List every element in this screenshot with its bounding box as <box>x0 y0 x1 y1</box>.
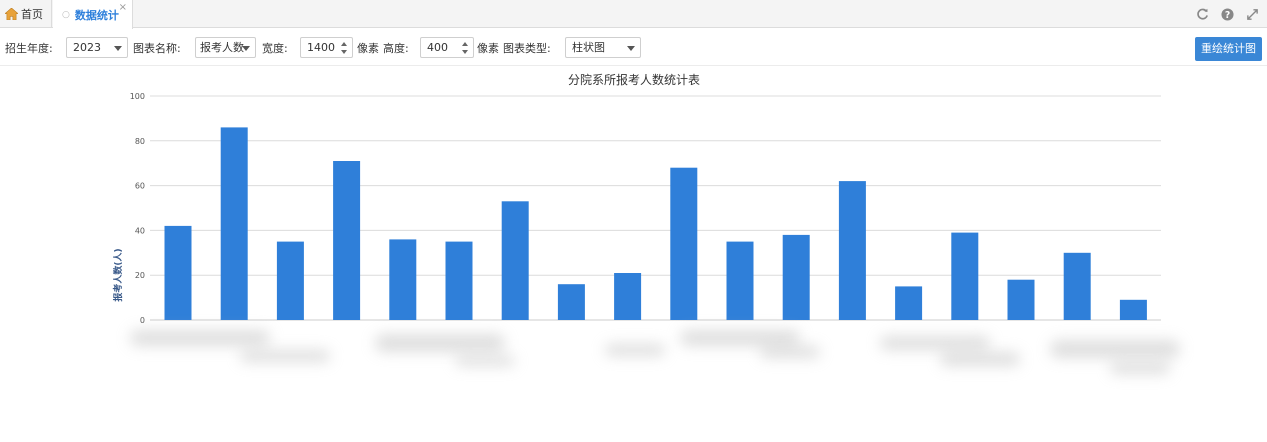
bar[interactable] <box>670 167 698 320</box>
height-value: 400 <box>427 41 448 54</box>
bar[interactable] <box>614 273 642 320</box>
tab-home[interactable]: 首页 <box>0 0 52 28</box>
help-icon[interactable]: ? <box>1221 8 1234 21</box>
spin-down-icon[interactable] <box>341 50 347 54</box>
spin-up-icon[interactable] <box>341 42 347 46</box>
y-axis-label: 报考人数(人) <box>112 248 124 301</box>
y-tick-label: 80 <box>135 137 145 146</box>
bar[interactable] <box>1007 279 1035 320</box>
fullscreen-icon[interactable] <box>1246 8 1259 21</box>
bar[interactable] <box>164 225 192 320</box>
chevron-down-icon <box>242 46 250 51</box>
height-label: 高度: <box>383 42 409 55</box>
width-value: 1400 <box>307 41 335 54</box>
tab-close-icon[interactable]: × <box>119 2 127 13</box>
y-tick-label: 40 <box>135 226 145 235</box>
height-stepper[interactable]: 400 <box>420 37 474 58</box>
chart-name-label: 图表名称: <box>133 42 181 55</box>
bar[interactable] <box>389 239 417 320</box>
y-tick-label: 100 <box>130 92 145 101</box>
y-tick-label: 20 <box>135 271 145 280</box>
tab-dot-icon: ○ <box>62 9 70 20</box>
tab-home-label: 首页 <box>21 8 43 21</box>
y-axis: 020406080100 <box>130 92 145 325</box>
chart-title: 分院系所报考人数统计表 <box>568 72 700 87</box>
width-label: 宽度: <box>262 42 288 55</box>
chart-type-value: 柱状图 <box>572 41 605 54</box>
svg-text:?: ? <box>1225 10 1230 21</box>
refresh-icon[interactable] <box>1196 8 1209 21</box>
chart-name-select[interactable]: 报考人数 <box>195 37 256 58</box>
year-value: 2023 <box>73 41 101 54</box>
chart-bars <box>164 127 1147 321</box>
tab-bar: 首页 ○ 数据统计 × ? <box>0 0 1267 29</box>
chart-type-label: 图表类型: <box>503 42 551 55</box>
bar[interactable] <box>501 201 529 320</box>
width-unit: 像素 <box>357 42 379 55</box>
bar[interactable] <box>726 241 754 320</box>
bar[interactable] <box>1119 299 1147 320</box>
redraw-chart-button[interactable]: 重绘统计图 <box>1195 37 1262 61</box>
year-select[interactable]: 2023 <box>66 37 128 58</box>
width-stepper[interactable]: 1400 <box>300 37 353 58</box>
y-tick-label: 60 <box>135 182 145 191</box>
home-icon <box>5 8 18 20</box>
x-axis-labels-blurred <box>120 322 1200 392</box>
bar[interactable] <box>557 284 585 320</box>
tab-stats-label: 数据统计 <box>74 8 119 22</box>
chart-type-select[interactable]: 柱状图 <box>565 37 641 58</box>
year-label: 招生年度: <box>5 42 53 55</box>
bar[interactable] <box>782 234 810 320</box>
bar[interactable] <box>1063 252 1091 320</box>
bar[interactable] <box>445 241 473 320</box>
bar[interactable] <box>220 127 248 321</box>
bar[interactable] <box>838 181 866 320</box>
spin-down-icon[interactable] <box>462 50 468 54</box>
chevron-down-icon <box>114 46 122 51</box>
bar[interactable] <box>951 232 979 320</box>
bar[interactable] <box>333 161 361 320</box>
bar[interactable] <box>276 241 304 320</box>
bar[interactable] <box>895 286 923 320</box>
height-unit: 像素 <box>477 42 499 55</box>
spin-up-icon[interactable] <box>462 42 468 46</box>
chart-name-value: 报考人数 <box>200 41 244 54</box>
tab-data-statistics[interactable]: ○ 数据统计 × <box>53 0 133 29</box>
chevron-down-icon <box>627 46 635 51</box>
chart-settings-toolbar: 招生年度: 2023 图表名称: 报考人数 宽度: 1400 像素 高度: 40… <box>0 28 1267 66</box>
